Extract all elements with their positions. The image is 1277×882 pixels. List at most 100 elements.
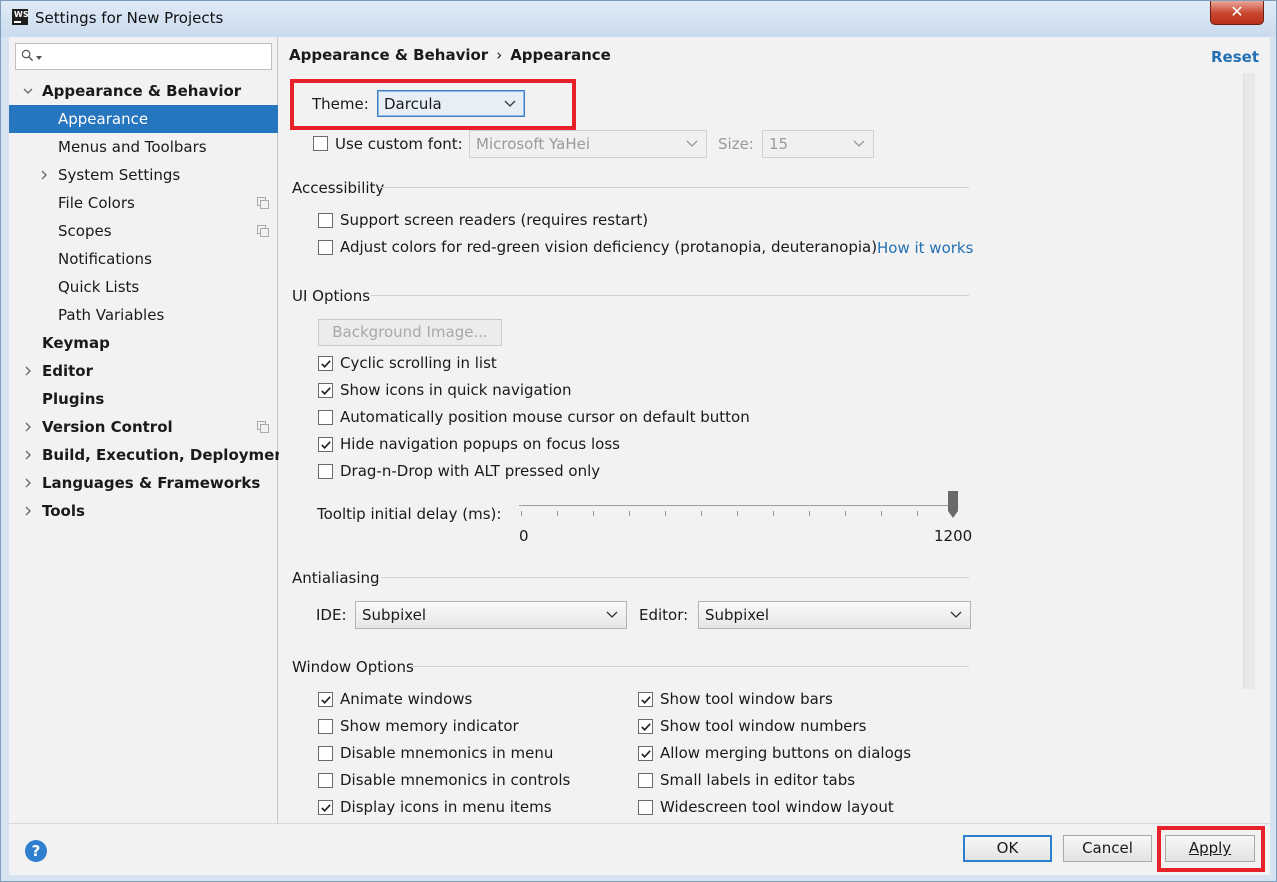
how-it-works-link[interactable]: How it works xyxy=(877,239,973,257)
reset-link[interactable]: Reset xyxy=(1211,48,1259,66)
settings-search-input[interactable] xyxy=(15,43,272,70)
appearance-settings-panel: Appearance & Behavior › Appearance Reset T… xyxy=(279,37,1270,823)
theme-select[interactable]: Darcula xyxy=(377,90,525,117)
settings-window: WS Settings for New Projects ✕ Appearanc… xyxy=(0,0,1277,882)
cancel-button[interactable]: Cancel xyxy=(1063,835,1152,862)
chevron-right-icon[interactable] xyxy=(23,506,33,516)
allow-merging-buttons-on-dialogs-checkbox[interactable] xyxy=(638,746,653,761)
cyclic-scrolling-in-list-checkbox[interactable] xyxy=(318,356,333,371)
sidebar-item-appearance-behavior[interactable]: Appearance & Behavior xyxy=(9,77,278,105)
checkmark-icon xyxy=(321,696,331,704)
ide-antialiasing-label: IDE: xyxy=(316,606,347,624)
checkmark-icon xyxy=(641,696,651,704)
support-screen-readers-requires-restart-checkbox[interactable] xyxy=(318,213,333,228)
ide-antialiasing-select[interactable]: Subpixel xyxy=(355,601,627,629)
show-memory-indicator-checkbox[interactable] xyxy=(318,719,333,734)
ui-options-divider xyxy=(371,295,969,296)
animate-windows-checkbox[interactable] xyxy=(318,692,333,707)
background-image-button[interactable]: Background Image... xyxy=(318,319,502,346)
display-icons-in-menu-items-label: Display icons in menu items xyxy=(340,798,552,816)
close-window-button[interactable]: ✕ xyxy=(1210,1,1264,25)
small-labels-in-editor-tabs-label: Small labels in editor tabs xyxy=(660,771,856,789)
sidebar-item-keymap[interactable]: Keymap xyxy=(9,329,278,357)
font-size-select[interactable]: 15 xyxy=(762,130,874,158)
disable-mnemonics-in-controls-checkbox[interactable] xyxy=(318,773,333,788)
sidebar-item-editor[interactable]: Editor xyxy=(9,357,278,385)
sidebar-item-path-variables[interactable]: Path Variables xyxy=(9,301,278,329)
chevron-right-icon[interactable] xyxy=(23,366,33,376)
breadcrumb-separator: › xyxy=(496,46,503,64)
use-custom-font-checkbox[interactable] xyxy=(313,136,328,151)
sidebar-item-build-execution-deployment[interactable]: Build, Execution, Deployment xyxy=(9,441,292,469)
tooltip-delay-label: Tooltip initial delay (ms): xyxy=(317,505,502,523)
sidebar-item-quick-lists[interactable]: Quick Lists xyxy=(9,273,278,301)
show-tool-window-bars-label: Show tool window bars xyxy=(660,690,833,708)
drag-n-drop-with-alt-pressed-only-checkbox[interactable] xyxy=(318,464,333,479)
sidebar-item-file-colors[interactable]: File Colors xyxy=(9,189,278,217)
sidebar-item-menus-and-toolbars[interactable]: Menus and Toolbars xyxy=(9,133,278,161)
apply-button[interactable]: Apply xyxy=(1165,835,1255,862)
display-icons-in-menu-items-checkbox[interactable] xyxy=(318,800,333,815)
show-tool-window-bars-checkbox[interactable] xyxy=(638,692,653,707)
adjust-colors-for-red-green-vision-deficiency-protanopia-deuteranopia-checkbox[interactable] xyxy=(318,240,333,255)
sidebar-item-system-settings[interactable]: System Settings xyxy=(9,161,278,189)
accessibility-section-title: Accessibility xyxy=(292,179,385,197)
title-bar: WS Settings for New Projects ✕ xyxy=(1,1,1276,37)
tooltip-delay-slider[interactable] xyxy=(519,489,959,529)
chevron-down-icon[interactable] xyxy=(23,86,33,96)
sidebar-item-label: Tools xyxy=(42,502,85,520)
checkmark-icon xyxy=(641,750,651,758)
webstorm-app-icon: WS xyxy=(12,9,29,25)
allow-merging-buttons-on-dialogs-label: Allow merging buttons on dialogs xyxy=(660,744,912,762)
sidebar-item-notifications[interactable]: Notifications xyxy=(9,245,278,273)
chevron-right-icon[interactable] xyxy=(23,478,33,488)
theme-label: Theme: xyxy=(312,95,369,113)
checkmark-icon xyxy=(321,387,331,395)
sidebar-item-label: Menus and Toolbars xyxy=(58,138,207,156)
disable-mnemonics-in-menu-checkbox[interactable] xyxy=(318,746,333,761)
ok-button[interactable]: OK xyxy=(963,835,1052,862)
sidebar-item-version-control[interactable]: Version Control xyxy=(9,413,278,441)
vertical-scrollbar[interactable] xyxy=(1243,73,1255,689)
sidebar-item-plugins[interactable]: Plugins xyxy=(9,385,278,413)
sidebar-item-label: Keymap xyxy=(42,334,110,352)
animate-windows-label: Animate windows xyxy=(340,690,473,708)
editor-antialiasing-label: Editor: xyxy=(639,606,689,624)
window-options-divider xyxy=(411,666,969,667)
automatically-position-mouse-cursor-on-default-button-checkbox[interactable] xyxy=(318,410,333,425)
settings-sidebar: Appearance & Behavior Appearance Menus and… xyxy=(9,37,292,823)
project-level-copy-icon xyxy=(257,197,269,209)
show-icons-in-quick-navigation-checkbox[interactable] xyxy=(318,383,333,398)
chevron-right-icon[interactable] xyxy=(39,170,49,180)
help-icon[interactable]: ? xyxy=(25,840,47,862)
widescreen-tool-window-layout-label: Widescreen tool window layout xyxy=(660,798,894,816)
sidebar-item-tools[interactable]: Tools xyxy=(9,497,278,525)
editor-antialiasing-select[interactable]: Subpixel xyxy=(698,601,971,629)
chevron-down-icon xyxy=(853,140,865,147)
sidebar-item-languages-frameworks[interactable]: Languages & Frameworks xyxy=(9,469,278,497)
show-icons-in-quick-navigation-label: Show icons in quick navigation xyxy=(340,381,572,399)
sidebar-item-label: Notifications xyxy=(58,250,152,268)
checkmark-icon xyxy=(321,441,331,449)
widescreen-tool-window-layout-checkbox[interactable] xyxy=(638,800,653,815)
antialiasing-divider xyxy=(381,577,969,578)
custom-font-select[interactable]: Microsoft YaHei xyxy=(469,130,707,158)
chevron-right-icon[interactable] xyxy=(23,450,33,460)
sidebar-item-appearance[interactable]: Appearance xyxy=(9,105,278,133)
show-tool-window-numbers-checkbox[interactable] xyxy=(638,719,653,734)
slider-tick xyxy=(593,511,594,516)
drag-n-drop-with-alt-pressed-only-label: Drag-n-Drop with ALT pressed only xyxy=(340,462,601,480)
sidebar-item-scopes[interactable]: Scopes xyxy=(9,217,278,245)
chevron-right-icon[interactable] xyxy=(23,422,33,432)
sidebar-item-label: Plugins xyxy=(42,390,105,408)
sidebar-item-label: System Settings xyxy=(58,166,181,184)
small-labels-in-editor-tabs-checkbox[interactable] xyxy=(638,773,653,788)
editor-antialiasing-value: Subpixel xyxy=(705,606,770,624)
tooltip-max-label: 1200 xyxy=(934,527,973,545)
checkmark-icon xyxy=(321,360,331,368)
search-dropdown-icon[interactable] xyxy=(36,56,42,60)
slider-tick xyxy=(773,511,774,516)
slider-thumb[interactable] xyxy=(948,491,958,519)
chevron-down-icon xyxy=(686,140,698,147)
hide-navigation-popups-on-focus-loss-checkbox[interactable] xyxy=(318,437,333,452)
